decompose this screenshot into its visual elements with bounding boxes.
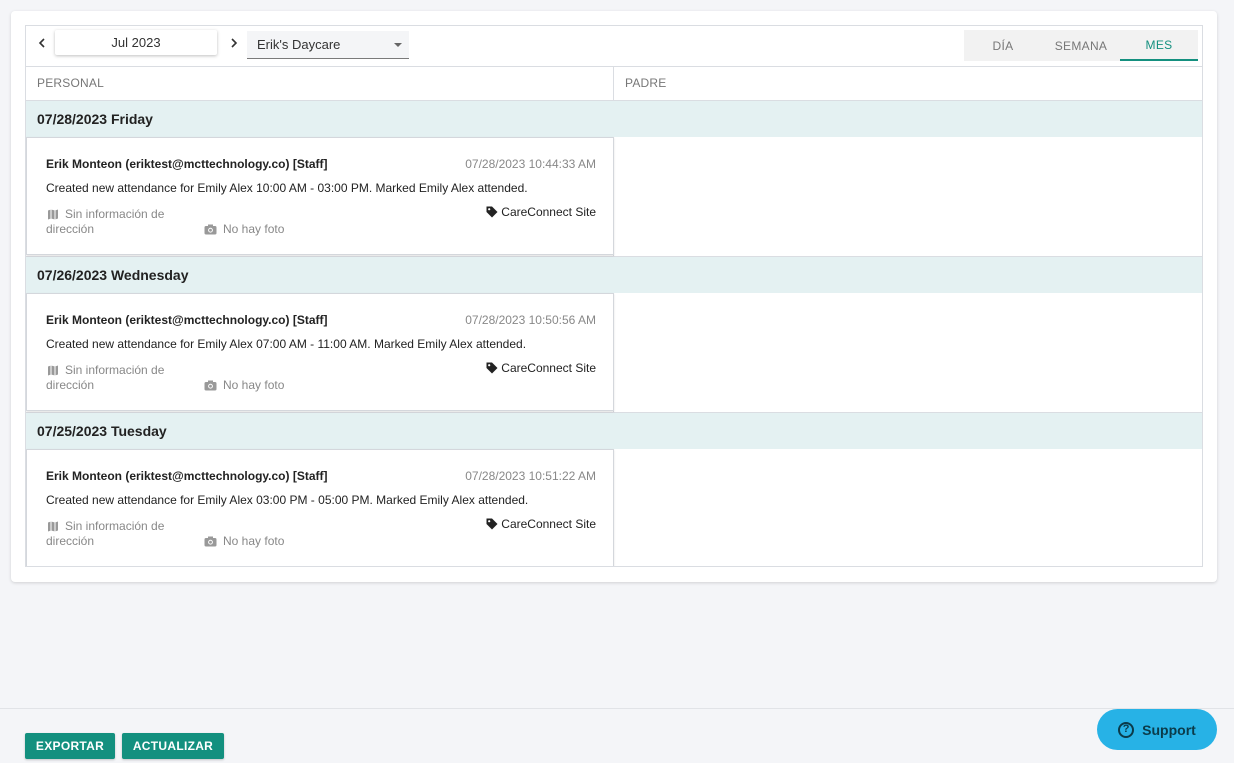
entry-photo: No hay foto	[204, 378, 284, 392]
entry-photo: No hay foto	[204, 534, 284, 548]
entry-site-text: CareConnect Site	[501, 361, 596, 375]
entry-timestamp: 07/28/2023 10:51:22 AM	[465, 469, 596, 483]
activity-frame: Jul 2023 Erik's Daycare DÍA SEMANA MES P…	[25, 25, 1203, 567]
day-section: 07/28/2023 Friday Erik Monteon (eriktest…	[26, 101, 1202, 257]
map-icon	[48, 209, 58, 220]
entry-message: Created new attendance for Emily Alex 10…	[46, 181, 528, 195]
chevron-right-icon[interactable]	[222, 32, 246, 54]
entry-location: Sin información de dirección	[46, 207, 196, 237]
tag-icon	[486, 518, 498, 530]
caret-down-icon	[394, 43, 402, 47]
day-header: 07/25/2023 Tuesday	[26, 413, 1202, 449]
export-button[interactable]: EXPORTAR	[25, 733, 115, 759]
map-icon	[48, 521, 58, 532]
day-header: 07/28/2023 Friday	[26, 101, 1202, 137]
entry-user: Erik Monteon (eriktest@mcttechnology.co)…	[46, 469, 328, 483]
entry-photo: No hay foto	[204, 222, 284, 236]
view-tabs: DÍA SEMANA MES	[964, 30, 1198, 61]
activity-entry[interactable]: Erik Monteon (eriktest@mcttechnology.co)…	[26, 293, 614, 411]
entry-user: Erik Monteon (eriktest@mcttechnology.co)…	[46, 157, 328, 171]
entry-timestamp: 07/28/2023 10:44:33 AM	[465, 157, 596, 171]
entry-location-text: Sin información de dirección	[46, 207, 165, 236]
column-header-staff: PERSONAL	[37, 76, 104, 90]
location-select-value: Erik's Daycare	[257, 37, 341, 52]
question-circle-icon: ?	[1118, 721, 1135, 738]
camera-icon	[204, 224, 217, 234]
day-header: 07/26/2023 Wednesday	[26, 257, 1202, 293]
refresh-button[interactable]: ACTUALIZAR	[122, 733, 224, 759]
column-headers: PERSONAL PADRE	[26, 66, 1202, 101]
tag-icon	[486, 206, 498, 218]
map-icon	[48, 365, 58, 376]
day-row: Erik Monteon (eriktest@mcttechnology.co)…	[26, 293, 1202, 413]
entry-location: Sin información de dirección	[46, 363, 196, 393]
tab-month[interactable]: MES	[1120, 30, 1198, 61]
column-divider	[613, 66, 614, 100]
column-header-parent: PADRE	[625, 76, 667, 90]
entry-site: CareConnect Site	[486, 205, 596, 219]
tag-icon	[486, 362, 498, 374]
entry-photo-text: No hay foto	[223, 378, 285, 392]
entry-site: CareConnect Site	[486, 517, 596, 531]
entry-site-text: CareConnect Site	[501, 205, 596, 219]
entry-photo-text: No hay foto	[223, 222, 285, 236]
entry-location: Sin información de dirección	[46, 519, 196, 549]
support-label: Support	[1142, 721, 1196, 738]
location-select[interactable]: Erik's Daycare	[247, 31, 409, 59]
toolbar: Jul 2023 Erik's Daycare DÍA SEMANA MES	[26, 26, 1202, 67]
camera-icon	[204, 536, 217, 546]
activity-card: Jul 2023 Erik's Daycare DÍA SEMANA MES P…	[11, 11, 1217, 582]
day-section: 07/26/2023 Wednesday Erik Monteon (erikt…	[26, 257, 1202, 413]
entry-site: CareConnect Site	[486, 361, 596, 375]
entry-site-text: CareConnect Site	[501, 517, 596, 531]
footer-bar: EXPORTAR ACTUALIZAR	[0, 708, 1234, 763]
entry-photo-text: No hay foto	[223, 534, 285, 548]
activity-entry[interactable]: Erik Monteon (eriktest@mcttechnology.co)…	[26, 137, 614, 255]
entry-user: Erik Monteon (eriktest@mcttechnology.co)…	[46, 313, 328, 327]
entry-location-text: Sin información de dirección	[46, 363, 165, 392]
entry-location-text: Sin información de dirección	[46, 519, 165, 548]
day-row: Erik Monteon (eriktest@mcttechnology.co)…	[26, 137, 1202, 257]
activity-entry[interactable]: Erik Monteon (eriktest@mcttechnology.co)…	[26, 449, 614, 566]
day-row: Erik Monteon (eriktest@mcttechnology.co)…	[26, 449, 1202, 566]
tab-day[interactable]: DÍA	[964, 30, 1042, 61]
support-button[interactable]: ? Support	[1097, 709, 1217, 750]
day-section: 07/25/2023 Tuesday Erik Monteon (eriktes…	[26, 413, 1202, 566]
entry-timestamp: 07/28/2023 10:50:56 AM	[465, 313, 596, 327]
date-picker[interactable]: Jul 2023	[55, 30, 217, 55]
entry-message: Created new attendance for Emily Alex 07…	[46, 337, 527, 351]
camera-icon	[204, 380, 217, 390]
entry-message: Created new attendance for Emily Alex 03…	[46, 493, 529, 507]
chevron-left-icon[interactable]	[30, 32, 54, 54]
tab-week[interactable]: SEMANA	[1042, 30, 1120, 61]
